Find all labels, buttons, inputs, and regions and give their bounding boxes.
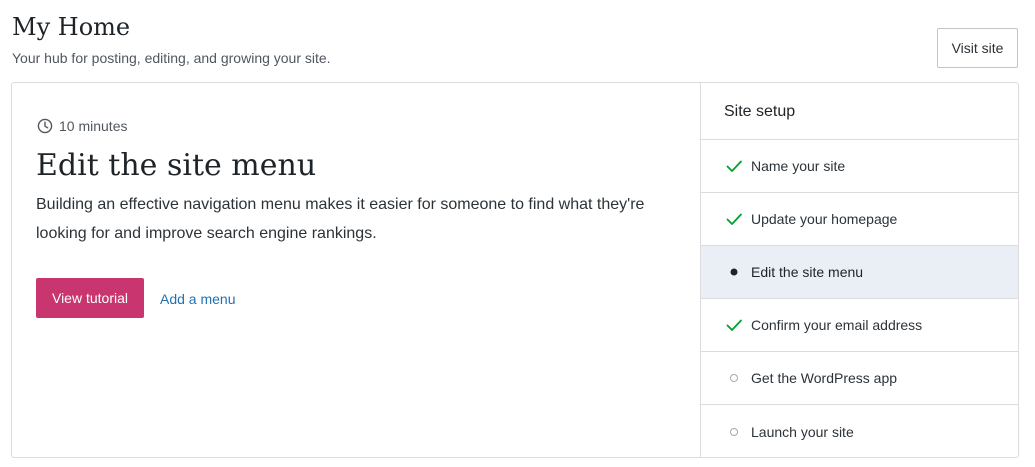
empty-circle-icon xyxy=(725,423,743,441)
task-title: Edit the site menu xyxy=(36,148,317,183)
task-duration: 10 minutes xyxy=(37,118,127,134)
task-card: 10 minutes Edit the site menu Building a… xyxy=(11,82,1019,458)
duration-text: 10 minutes xyxy=(59,118,128,134)
checklist-item[interactable]: Get the WordPress app xyxy=(701,352,1018,405)
site-setup-heading: Site setup xyxy=(701,83,1018,140)
site-setup-checklist: Name your site Update your homepage Edit t… xyxy=(701,140,1018,457)
page-subtitle: Your hub for posting, editing, and growi… xyxy=(12,50,331,66)
page-title: My Home xyxy=(12,13,131,41)
checkmark-icon xyxy=(725,157,743,175)
empty-circle-icon xyxy=(725,369,743,387)
view-tutorial-button[interactable]: View tutorial xyxy=(36,278,144,318)
task-panel: 10 minutes Edit the site menu Building a… xyxy=(12,83,700,457)
checklist-item[interactable]: Update your homepage xyxy=(701,193,1018,246)
task-description: Building an effective navigation menu ma… xyxy=(36,196,645,242)
checklist-item-label: Launch your site xyxy=(751,423,854,440)
site-setup-sidebar: Site setup Name your site Update your hom… xyxy=(700,83,1018,457)
visit-site-button[interactable]: Visit site xyxy=(937,28,1018,68)
checklist-item[interactable]: Edit the site menu xyxy=(701,246,1018,299)
checklist-item[interactable]: Launch your site xyxy=(701,405,1018,457)
checklist-item[interactable]: Confirm your email address xyxy=(701,299,1018,352)
checklist-item[interactable]: Name your site xyxy=(701,140,1018,193)
checklist-item-label: Get the WordPress app xyxy=(751,370,898,386)
checkmark-icon xyxy=(725,210,743,228)
checklist-item-label: Update your homepage xyxy=(751,211,898,227)
add-a-menu-link[interactable]: Add a menu xyxy=(160,290,236,308)
checklist-item-label: Name your site xyxy=(751,158,846,174)
checkmark-icon xyxy=(725,316,743,334)
clock-icon xyxy=(37,118,59,134)
checklist-item-label: Confirm your email address xyxy=(751,317,923,333)
filled-dot-icon xyxy=(725,263,743,281)
checklist-item-label: Edit the site menu xyxy=(751,264,864,280)
